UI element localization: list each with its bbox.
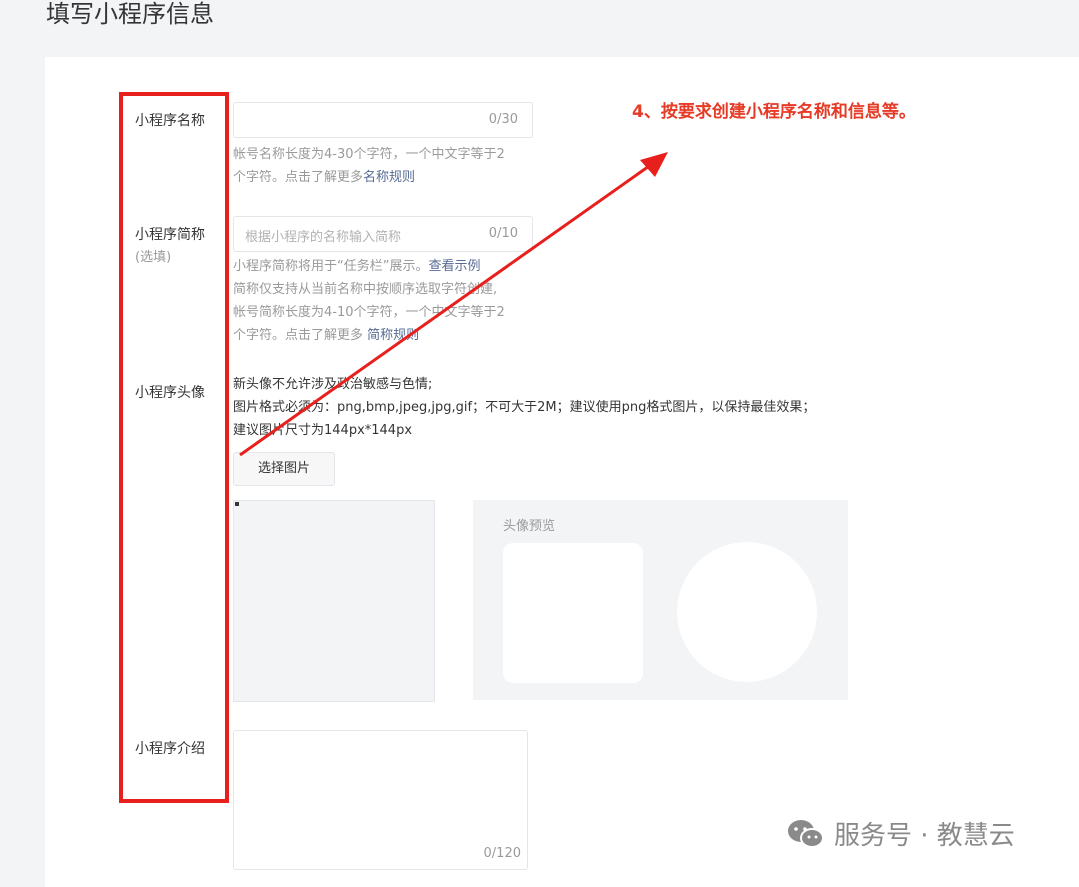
select-image-button[interactable]: 选择图片 — [233, 452, 335, 486]
short-name-input[interactable]: 根据小程序的名称输入简称 0/10 — [233, 216, 533, 252]
avatar-desc-line3: 建议图片尺寸为144px*144px — [233, 423, 413, 438]
avatar-desc-line2: 图片格式必须为：png,bmp,jpeg,jpg,gif；不可大于2M；建议使用… — [233, 400, 816, 415]
name-tip: 帐号名称长度为4-30个字符，一个中文字等于2 个字符。点击了解更多名称规则 — [233, 143, 505, 189]
short-name-tip-line2: 简称仅支持从当前名称中按顺序选取字符创建, — [233, 282, 498, 297]
short-name-tip-line3: 帐号简称长度为4-10个字符，一个中文字等于2 — [233, 305, 505, 320]
name-rule-link[interactable]: 名称规则 — [363, 170, 415, 185]
short-name-example-link[interactable]: 查看示例 — [428, 259, 480, 274]
short-name-tip-line4: 个字符。点击了解更多 — [233, 328, 368, 343]
avatar-preview-circle — [677, 542, 817, 682]
name-tip-line1: 帐号名称长度为4-30个字符，一个中文字等于2 — [233, 147, 505, 162]
short-name-rule-link[interactable]: 简称规则 — [367, 328, 419, 343]
name-counter: 0/30 — [488, 112, 518, 127]
avatar-preview-square — [503, 543, 643, 683]
annotation-text: 4、按要求创建小程序名称和信息等。 — [632, 102, 916, 122]
avatar-desc: 新头像不允许涉及政治敏感与色情; 图片格式必须为：png,bmp,jpeg,jp… — [233, 373, 815, 442]
page-title: 填写小程序信息 — [46, 0, 214, 28]
name-tip-line2: 个字符。点击了解更多 — [233, 170, 364, 185]
watermark: 服务号 · 教慧云 — [786, 815, 1015, 852]
intro-counter: 0/120 — [483, 846, 521, 861]
watermark-text: 服务号 · 教慧云 — [834, 821, 1015, 851]
avatar-preview: 头像预览 — [473, 500, 848, 700]
short-name-placeholder: 根据小程序的名称输入简称 — [245, 230, 402, 245]
avatar-desc-line1: 新头像不允许涉及政治敏感与色情; — [233, 377, 433, 392]
highlight-box — [119, 92, 229, 803]
wechat-icon — [788, 819, 824, 848]
short-name-counter: 0/10 — [488, 226, 518, 241]
short-name-tip: 小程序简称将用于“任务栏”展示。查看示例 简称仅支持从当前名称中按顺序选取字符创… — [233, 255, 505, 347]
avatar-preview-title: 头像预览 — [503, 519, 556, 534]
name-input[interactable]: 0/30 — [233, 102, 533, 138]
avatar-crop-area[interactable] — [233, 500, 435, 702]
crop-handle[interactable] — [235, 502, 239, 506]
short-name-tip-line1: 小程序简称将用于“任务栏”展示。 — [233, 259, 429, 274]
intro-textarea[interactable]: 0/120 — [233, 730, 528, 870]
